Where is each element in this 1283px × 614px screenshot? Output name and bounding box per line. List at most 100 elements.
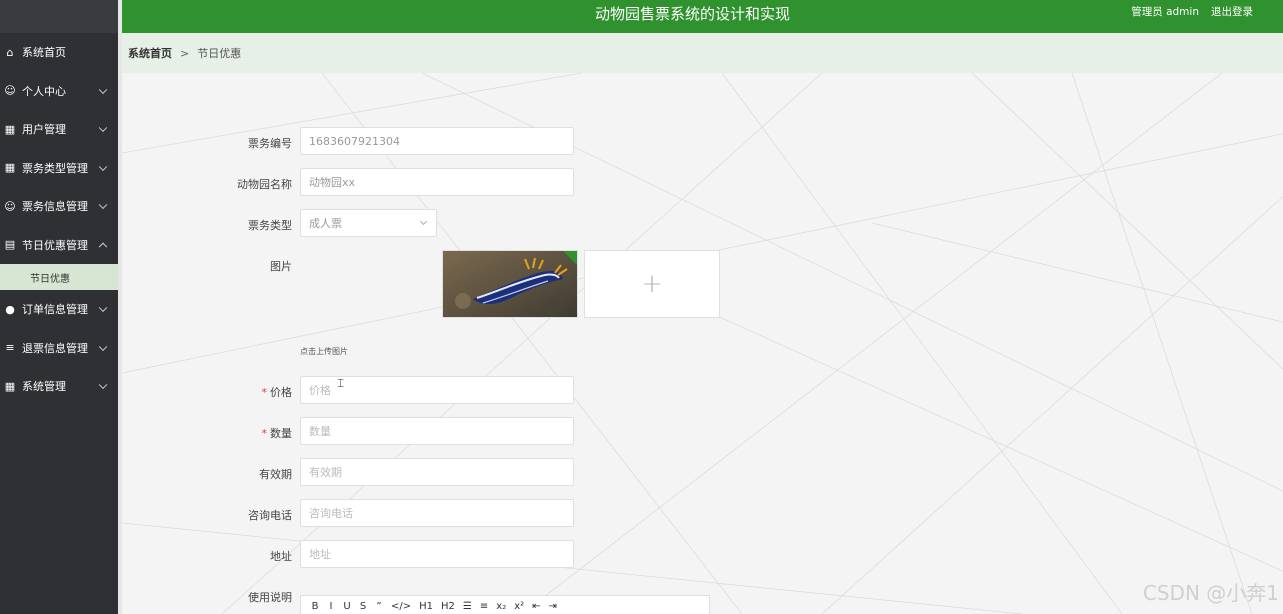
editor-tool-button[interactable]: I (327, 601, 335, 612)
ticket-no-field[interactable]: 1683607921304 (300, 127, 574, 155)
sidebar-item-5[interactable]: ▤ 节日优惠管理 (0, 226, 118, 265)
phone-input[interactable]: 咨询电话 (300, 499, 574, 527)
price-label-text: 价格 (270, 386, 292, 399)
editor-tool-button[interactable]: ⇤ (532, 601, 540, 612)
zoo-name-field[interactable]: 动物园xx (300, 168, 574, 196)
editor-tool-button[interactable]: ☰ (463, 601, 472, 612)
zoo-name-label: 动物园名称 (237, 178, 292, 191)
app-header: 动物园售票系统的设计和实现 管理员 admin 退出登录 (118, 0, 1283, 33)
quantity-label-text: 数量 (270, 427, 292, 440)
sidebar-item-3[interactable]: ▦ 票务类型管理 (0, 149, 118, 188)
validity-label: 有效期 (259, 468, 292, 481)
phone-placeholder: 咨询电话 (309, 507, 353, 520)
editor-tool-button[interactable]: x₂ (496, 601, 506, 612)
editor-tool-button[interactable]: H1 (419, 601, 433, 612)
sidebar-item-4[interactable]: ☺ 票务信息管理 (0, 187, 118, 226)
sidebar-item-6[interactable]: ● 订单信息管理 (0, 290, 118, 329)
sidebar-subitem[interactable]: 节日优惠 (0, 264, 118, 290)
grid-icon: ▦ (4, 122, 16, 136)
ticket-no-label: 票务编号 (248, 137, 292, 150)
sidebar-item-label: 订单信息管理 (22, 303, 88, 317)
quantity-label: * 数量 (202, 425, 293, 441)
sidebar-item-label: 票务类型管理 (22, 161, 88, 175)
chevron-down-icon (98, 342, 108, 351)
sidebar-item-label: 票务信息管理 (22, 200, 88, 214)
editor-tool-button[interactable]: ” (375, 601, 383, 612)
chevron-down-icon (98, 303, 108, 313)
sidebar-top (0, 0, 118, 33)
user-label: 管理员 admin (1131, 6, 1199, 18)
sidebar-item-label: 节日优惠管理 (22, 238, 88, 252)
required-mark: * (261, 386, 268, 399)
breadcrumb: 系统首页 > 节日优惠 (118, 33, 1283, 73)
quantity-placeholder: 数量 (309, 425, 331, 438)
sidebar-item-8[interactable]: ▦ 系统管理 (0, 367, 118, 406)
sidebar-item-0[interactable]: ⌂ 系统首页 (0, 33, 118, 72)
image-upload-button[interactable]: + (584, 250, 720, 318)
editor-tool-button[interactable]: </> (391, 601, 411, 612)
upload-hint: 点击上传图片 (300, 347, 348, 356)
chevron-down-icon (98, 200, 108, 210)
bulb-icon: ● (5, 302, 15, 316)
sidebar-item-label: 系统管理 (22, 380, 66, 394)
editor-tool-button[interactable]: x² (514, 601, 524, 612)
chevron-down-icon (98, 123, 108, 133)
nudibranch-image (443, 251, 577, 317)
address-label: 地址 (270, 550, 292, 563)
price-placeholder: 价格 (309, 384, 331, 397)
sliders-icon: ≡ (5, 341, 15, 355)
user-icon: ☺ (4, 199, 16, 213)
sidebar-item-2[interactable]: ▦ 用户管理 (0, 110, 118, 149)
instructions-label: 使用说明 (248, 591, 292, 604)
editor-tool-button[interactable]: S (359, 601, 367, 612)
home-icon: ⌂ (6, 45, 14, 59)
editor-tool-button[interactable]: H2 (441, 601, 455, 612)
address-input[interactable]: 地址 (300, 540, 574, 568)
text-cursor-icon: ⌶ (337, 376, 345, 390)
background-pattern (122, 73, 1283, 614)
sidebar: ⌂ 系统首页 ☺ 个人中心 ▦ 用户管理 ▦ 票务类型管理 ☺ 票务信息管理 ▤ 节日优惠管理节日优惠… (0, 0, 118, 614)
ticket-type-select[interactable]: 成人票 (300, 209, 437, 237)
chevron-down-icon (98, 85, 108, 94)
ticket-no-value: 1683607921304 (309, 134, 400, 148)
plus-icon: + (641, 269, 663, 299)
sidebar-item-label: 个人中心 (22, 84, 66, 98)
required-mark: * (261, 427, 268, 440)
address-placeholder: 地址 (309, 548, 331, 561)
app-title: 动物园售票系统的设计和实现 (594, 5, 790, 23)
editor-tool-button[interactable]: B (311, 601, 319, 612)
watermark: CSDN @小奔1 (1142, 581, 1279, 605)
uploaded-image-thumbnail[interactable] (442, 250, 578, 318)
chevron-up-icon (98, 242, 108, 251)
ticket-type-value: 成人票 (309, 217, 342, 230)
price-label: * 价格 (202, 384, 293, 400)
gift-icon: ▤ (4, 238, 16, 252)
editor-tool-button[interactable]: ⇥ (549, 601, 557, 612)
sidebar-item-7[interactable]: ≡ 退票信息管理 (0, 329, 118, 368)
sidebar-item-label: 退票信息管理 (22, 341, 88, 355)
grid-icon: ▦ (4, 379, 16, 393)
breadcrumb-separator: > (180, 46, 190, 60)
breadcrumb-current: 节日优惠 (197, 47, 242, 60)
sidebar-item-label: 用户管理 (22, 123, 66, 137)
user-icon: ☺ (4, 84, 16, 98)
sidebar-item-label: 系统首页 (22, 46, 66, 60)
editor-tool-button[interactable]: U (343, 601, 351, 612)
breadcrumb-home[interactable]: 系统首页 (128, 45, 172, 61)
zoo-name-value: 动物园xx (309, 176, 356, 189)
main-content: 票务编号 1683607921304 动物园名称 动物园xx 票务类型 成人票 … (118, 73, 1283, 614)
editor-tool-button[interactable]: ≡ (480, 601, 488, 612)
logout-link[interactable]: 退出登录 (1211, 4, 1253, 19)
chevron-down-icon (98, 380, 108, 390)
phone-label: 咨询电话 (248, 509, 292, 522)
sidebar-item-1[interactable]: ☺ 个人中心 (0, 72, 118, 111)
quantity-input[interactable]: 数量 (300, 417, 574, 445)
validity-placeholder: 有效期 (309, 466, 342, 479)
chevron-down-icon (419, 217, 428, 226)
chevron-down-icon (98, 162, 108, 171)
rich-text-toolbar: B I U S ” </> H1 H2 ☰ ≡ x₂ x² ⇤ ⇥ (300, 595, 710, 614)
validity-input[interactable]: 有效期 (300, 458, 574, 486)
grid-icon: ▦ (4, 161, 16, 175)
ticket-type-label: 票务类型 (248, 219, 292, 232)
image-label: 图片 (270, 260, 292, 273)
